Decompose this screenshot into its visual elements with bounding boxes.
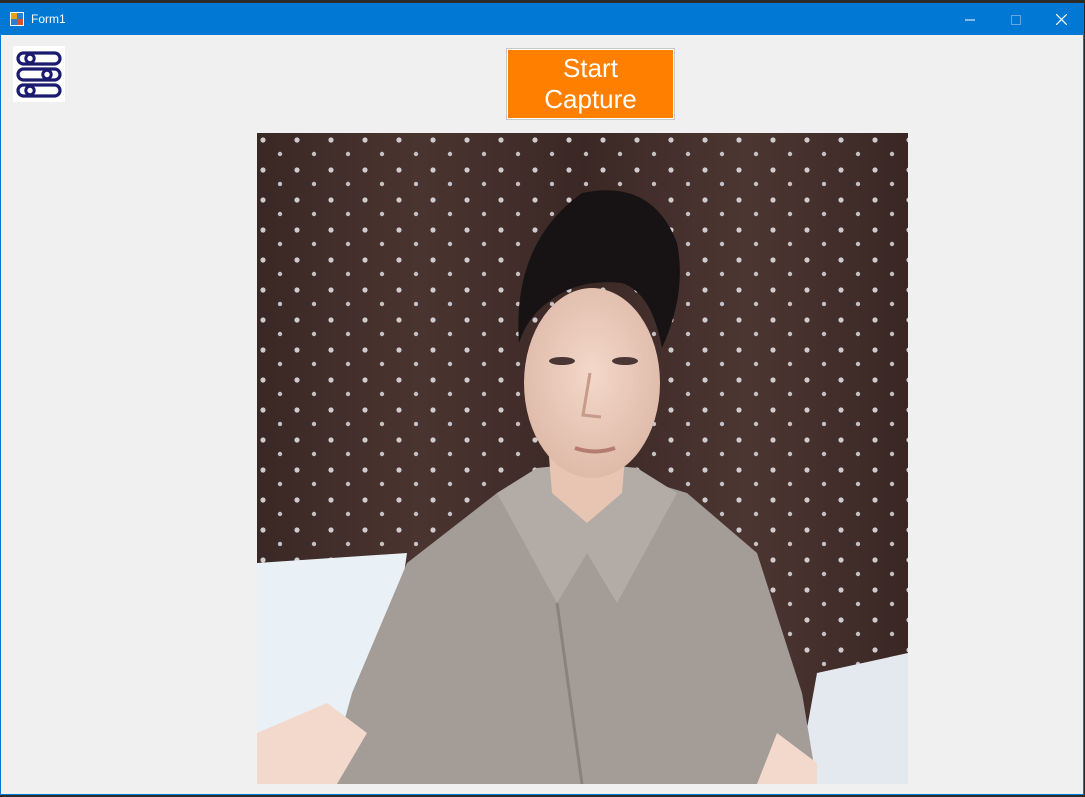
- minimize-button[interactable]: [947, 4, 993, 35]
- webcam-frame: [257, 133, 908, 784]
- app-window: Form1 Start Capture: [0, 3, 1084, 795]
- minimize-icon: [965, 19, 975, 20]
- maximize-button[interactable]: [993, 4, 1039, 35]
- app-icon: [10, 12, 24, 26]
- window-title: Form1: [31, 12, 66, 26]
- close-icon: [1055, 14, 1067, 25]
- sliders-icon: [16, 51, 62, 98]
- settings-button[interactable]: [13, 46, 65, 102]
- start-capture-label: Start Capture: [544, 53, 637, 114]
- maximize-icon: [1011, 14, 1021, 25]
- camera-preview: [257, 133, 908, 784]
- start-capture-button[interactable]: Start Capture: [506, 48, 675, 120]
- title-bar[interactable]: Form1: [1, 4, 1083, 35]
- close-button[interactable]: [1038, 4, 1084, 35]
